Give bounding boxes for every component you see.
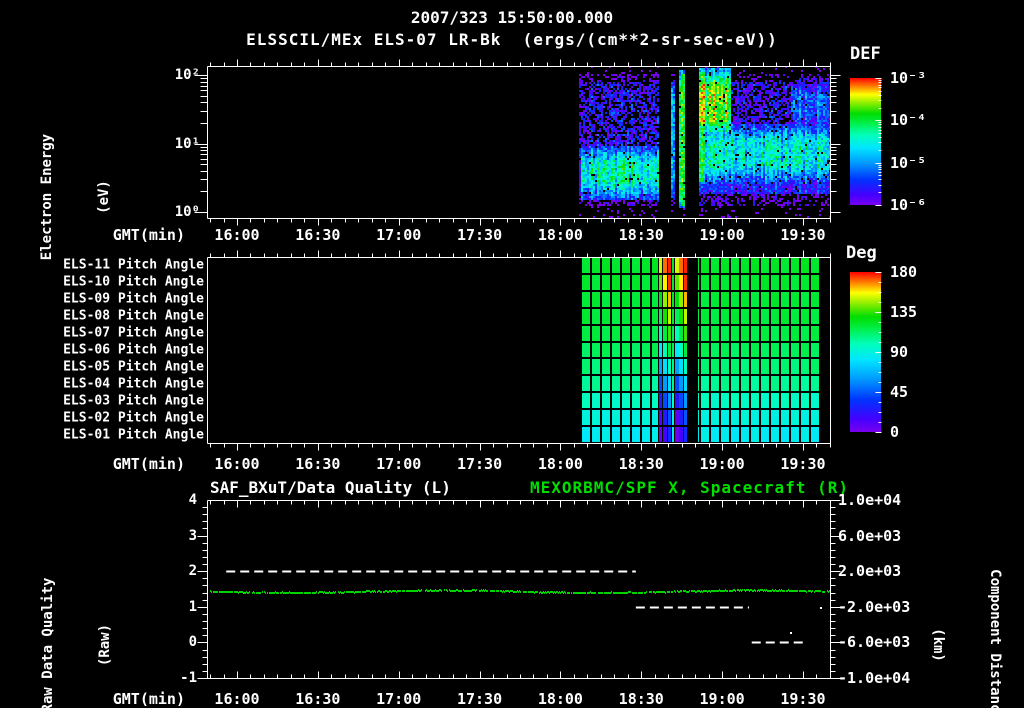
p2-gmt-label: GMT(min) <box>112 455 185 473</box>
p3-left-tick-label: 1 <box>188 598 197 615</box>
p3-right-axis-label-line2: (km) <box>930 628 946 662</box>
p3-right-title: MEXORBMC/SPF X, Spacecraft (R) <box>530 478 849 497</box>
p1-ytick-label: 10⁰ <box>174 204 200 220</box>
time-tick-label: 18:30 <box>618 690 664 708</box>
deg-cb-tick-label: 90 <box>890 343 909 361</box>
time-tick-label: 17:30 <box>456 455 503 473</box>
deg-colorbar <box>850 272 881 432</box>
p3-left-tick-label: 0 <box>188 634 197 651</box>
p3-right-tick-label: -1.0e+04 <box>838 669 911 687</box>
time-tick-label: 19:30 <box>780 226 826 244</box>
p3-right-tick-label: -6.0e+03 <box>838 633 911 652</box>
deg-cb-tick-label: 180 <box>890 263 918 281</box>
time-tick-label: 16:00 <box>214 455 260 473</box>
pitch-row-label: ELS-11 Pitch Angle <box>63 257 204 273</box>
p1-ytick-label: 10² <box>174 67 200 83</box>
time-tick-label: 19:30 <box>780 455 826 473</box>
deg-cb-tick-label: 135 <box>890 303 918 321</box>
pitch-row-label: ELS-03 Pitch Angle <box>63 393 204 409</box>
def-cb-tick-label: 10⁻⁴ <box>890 111 927 130</box>
p3-right-axis-label-line1: Component Distance <box>987 569 1003 708</box>
time-tick-label: 18:00 <box>537 690 583 708</box>
time-tick-label: 19:00 <box>699 226 745 244</box>
pitch-row-label: ELS-02 Pitch Angle <box>63 410 204 426</box>
pitch-row-label: ELS-06 Pitch Angle <box>63 342 204 358</box>
deg-cb-tick-label: 0 <box>890 423 900 441</box>
p3-left-title: SAF_BXuT/Data Quality (L) <box>210 478 451 497</box>
time-tick-label: 17:30 <box>456 690 503 708</box>
p3-left-tick-label: -1 <box>180 670 197 686</box>
plot-screen: 2007/323 15:50:00.000 ELSSCIL/MEx ELS-07… <box>0 0 1024 708</box>
def-cb-tick-label: 10⁻³ <box>890 69 927 87</box>
time-tick-label: 17:00 <box>376 226 422 244</box>
time-tick-label: 16:30 <box>295 690 341 708</box>
time-tick-label: 17:00 <box>376 455 422 473</box>
def-colorbar-title: DEF <box>850 44 881 64</box>
time-tick-label: 18:30 <box>618 455 664 473</box>
pitch-angle-canvas <box>207 257 830 443</box>
p3-right-tick-label: 1.0e+04 <box>838 491 902 509</box>
p3-right-tick-label: 6.0e+03 <box>838 526 902 545</box>
deg-colorbar-title: Deg <box>846 243 877 263</box>
spectrogram-canvas <box>207 66 830 218</box>
p3-right-tick-label: -2.0e+03 <box>838 597 911 616</box>
time-tick-label: 18:00 <box>537 455 583 473</box>
quality-distance-canvas <box>207 500 830 678</box>
p3-left-axis-label: Raw Data Quality (Raw) <box>1 495 153 708</box>
p1-gmt-label: GMT(min) <box>112 226 185 244</box>
p3-left-axis-label-line2: (Raw) <box>97 623 113 667</box>
pitch-row-label: ELS-08 Pitch Angle <box>63 308 204 324</box>
pitch-row-label: ELS-01 Pitch Angle <box>63 427 204 443</box>
p3-left-tick-label: 4 <box>188 492 197 508</box>
time-tick-label: 19:00 <box>699 455 745 473</box>
time-tick-label: 19:30 <box>780 690 826 708</box>
time-tick-label: 16:30 <box>295 455 341 473</box>
def-cb-tick-label: 10⁻⁶ <box>890 196 927 214</box>
pitch-row-label: ELS-09 Pitch Angle <box>63 291 204 307</box>
time-tick-label: 19:00 <box>699 690 745 708</box>
def-colorbar <box>850 78 881 205</box>
page-title: 2007/323 15:50:00.000 <box>410 8 614 27</box>
time-tick-label: 18:30 <box>618 226 664 244</box>
deg-cb-tick-label: 45 <box>890 383 909 401</box>
pitch-row-label: ELS-04 Pitch Angle <box>63 376 204 392</box>
time-tick-label: 17:00 <box>376 690 422 708</box>
time-tick-label: 18:00 <box>537 226 583 244</box>
time-tick-label: 17:30 <box>456 226 503 244</box>
def-cb-tick-label: 10⁻⁵ <box>890 153 927 172</box>
pitch-row-label: ELS-10 Pitch Angle <box>63 274 204 290</box>
pitch-row-label: ELS-05 Pitch Angle <box>63 359 204 375</box>
p3-left-tick-label: 2 <box>188 563 197 580</box>
p3-right-tick-label: 2.0e+03 <box>838 562 902 581</box>
p1-ytick-label: 10¹ <box>174 136 200 152</box>
p3-left-tick-label: 3 <box>188 527 197 544</box>
time-tick-label: 16:00 <box>214 690 260 708</box>
p3-gmt-label: GMT(min) <box>112 690 185 708</box>
p3-left-axis-label-line1: Raw Data Quality <box>40 577 56 708</box>
time-tick-label: 16:00 <box>214 226 260 244</box>
time-tick-label: 16:30 <box>295 226 341 244</box>
pitch-row-label: ELS-07 Pitch Angle <box>63 325 204 341</box>
